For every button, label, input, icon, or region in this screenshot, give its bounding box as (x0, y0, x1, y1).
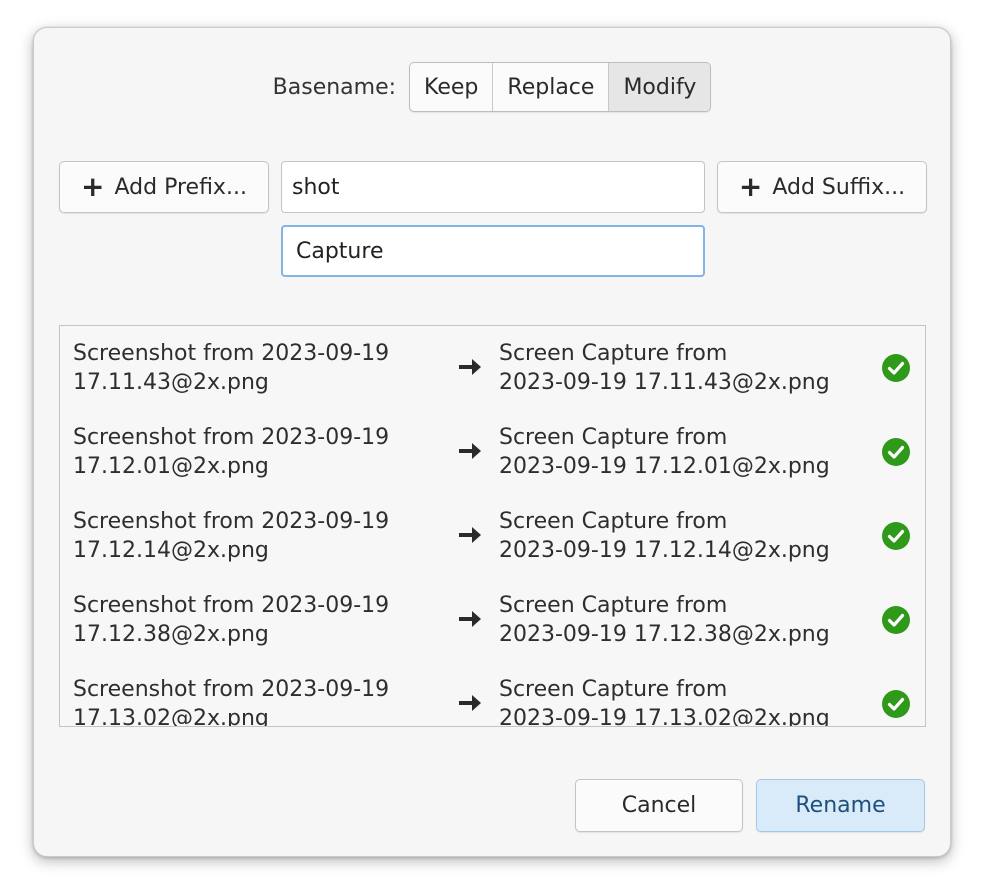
right-arrow-icon (457, 440, 483, 462)
original-filename-line: Screenshot from 2023-09-19 (73, 509, 390, 534)
add-suffix-label: Add Suffix... (772, 174, 906, 200)
basename-label: Basename: (272, 74, 397, 100)
new-filename: Screen Capture from 2023-09-19 17.12.01@2… (499, 423, 830, 481)
original-filename-line: Screenshot from 2023-09-19 (73, 593, 390, 618)
check-circle-icon (881, 605, 911, 635)
basename-keep-option[interactable]: Keep (410, 63, 492, 111)
plus-icon: + (738, 170, 763, 203)
original-filename-line: 17.12.38@2x.png (73, 622, 269, 647)
original-filename: Screenshot from 2023-09-19 17.12.38@2x.pn… (73, 591, 389, 649)
original-filename-line: 17.11.43@2x.png (73, 370, 269, 395)
file-row[interactable]: Screenshot from 2023-09-19 17.12.01@2x.pn… (60, 410, 925, 494)
batch-rename-dialog: Basename: Keep Replace Modify + Add Pref… (33, 27, 951, 857)
new-filename-line: Screen Capture from (499, 593, 728, 618)
original-filename-line: 17.12.01@2x.png (73, 454, 269, 479)
replace-field[interactable]: Capture (281, 225, 705, 277)
rename-preview-list[interactable]: Screenshot from 2023-09-19 17.11.43@2x.pn… (59, 325, 926, 727)
basename-row: Basename: Keep Replace Modify (34, 62, 950, 112)
new-filename: Screen Capture from 2023-09-19 17.13.02@2… (499, 675, 830, 727)
original-filename: Screenshot from 2023-09-19 17.11.43@2x.pn… (73, 339, 389, 397)
file-row[interactable]: Screenshot from 2023-09-19 17.13.02@2x.pn… (60, 662, 925, 727)
original-filename: Screenshot from 2023-09-19 17.13.02@2x.pn… (73, 675, 390, 727)
find-field[interactable]: shot (281, 161, 705, 213)
cancel-button[interactable]: Cancel (575, 779, 743, 832)
right-arrow-icon (457, 608, 483, 630)
new-filename-line: 2023-09-19 17.13.02@2x.png (499, 706, 830, 727)
right-arrow-icon (457, 524, 483, 546)
right-arrow-icon (457, 356, 483, 378)
add-prefix-label: Add Prefix... (114, 174, 247, 200)
original-filename: Screenshot from 2023-09-19 17.12.14@2x.pn… (73, 507, 389, 565)
original-filename-line: Screenshot from 2023-09-19 (73, 341, 390, 366)
add-suffix-button[interactable]: + Add Suffix... (717, 161, 927, 213)
file-row[interactable]: Screenshot from 2023-09-19 17.12.14@2x.pn… (60, 494, 925, 578)
new-filename-line: 2023-09-19 17.12.38@2x.png (499, 622, 830, 647)
original-filename-line: 17.12.14@2x.png (73, 538, 269, 563)
file-row[interactable]: Screenshot from 2023-09-19 17.11.43@2x.pn… (60, 326, 925, 410)
new-filename: Screen Capture from 2023-09-19 17.12.14@2… (499, 507, 830, 565)
basename-mode-switcher: Keep Replace Modify (409, 62, 712, 112)
new-filename-line: 2023-09-19 17.12.14@2x.png (499, 538, 830, 563)
new-filename: Screen Capture from 2023-09-19 17.11.43@2… (499, 339, 830, 397)
basename-replace-option[interactable]: Replace (492, 63, 608, 111)
original-filename: Screenshot from 2023-09-19 17.12.01@2x.pn… (73, 423, 389, 481)
right-arrow-icon (457, 692, 483, 714)
new-filename-line: 2023-09-19 17.12.01@2x.png (499, 454, 830, 479)
file-row[interactable]: Screenshot from 2023-09-19 17.12.38@2x.pn… (60, 578, 925, 662)
check-circle-icon (881, 437, 911, 467)
new-filename-line: Screen Capture from (499, 509, 728, 534)
new-filename-line: Screen Capture from (499, 341, 728, 366)
new-filename-line: Screen Capture from (499, 425, 728, 450)
add-prefix-button[interactable]: + Add Prefix... (59, 161, 269, 213)
original-filename-line: Screenshot from 2023-09-19 (73, 677, 390, 702)
new-filename: Screen Capture from 2023-09-19 17.12.38@2… (499, 591, 830, 649)
check-circle-icon (881, 353, 911, 383)
check-circle-icon (881, 521, 911, 551)
original-filename-line: Screenshot from 2023-09-19 (73, 425, 390, 450)
new-filename-line: 2023-09-19 17.11.43@2x.png (499, 370, 830, 395)
new-filename-line: Screen Capture from (499, 677, 728, 702)
basename-modify-option[interactable]: Modify (608, 63, 711, 111)
check-circle-icon (881, 689, 911, 719)
plus-icon: + (81, 170, 105, 203)
rename-button[interactable]: Rename (756, 779, 925, 832)
original-filename-line: 17.13.02@2x.png (73, 706, 269, 727)
